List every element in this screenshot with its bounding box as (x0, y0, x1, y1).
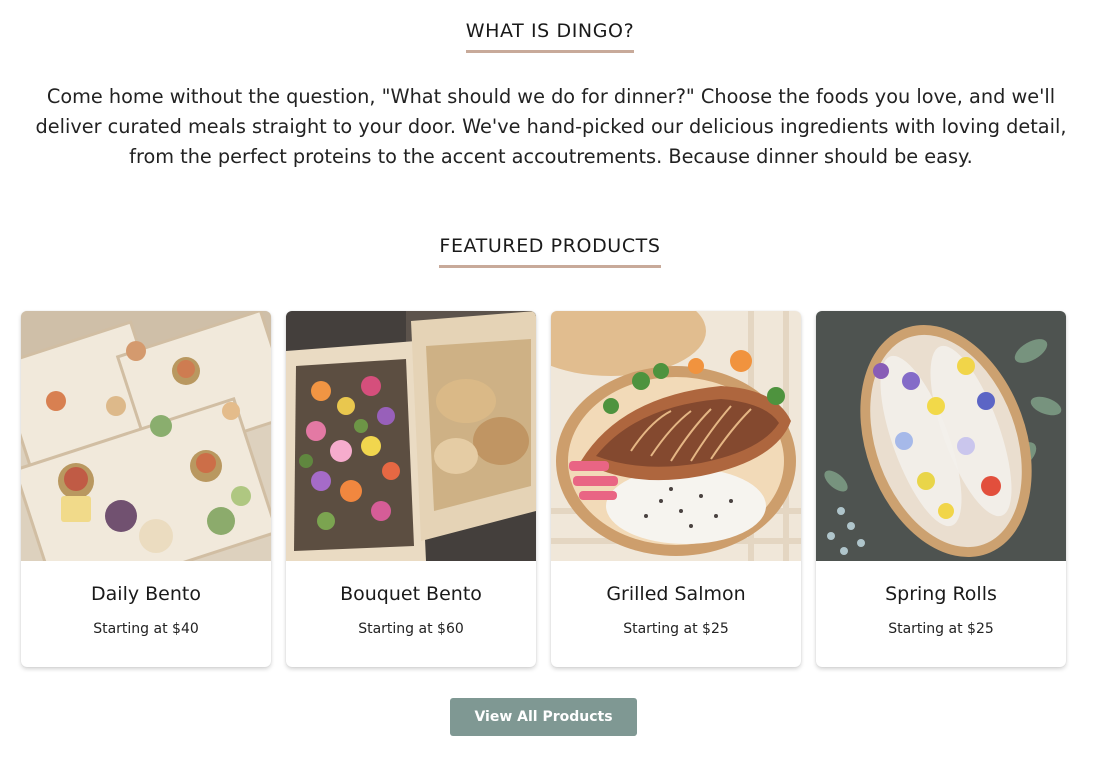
product-image-bouquet-bento[interactable] (286, 311, 536, 561)
product-title[interactable]: Spring Rolls (816, 583, 1066, 605)
product-title[interactable]: Bouquet Bento (286, 583, 536, 605)
product-price: Starting at $60 (358, 621, 464, 637)
product-price: Starting at $40 (93, 621, 199, 637)
product-price: Starting at $25 (623, 621, 729, 637)
product-card-bouquet-bento[interactable]: Bouquet Bento Starting at $60 (286, 311, 536, 667)
product-title[interactable]: Daily Bento (21, 583, 271, 605)
view-all-products-button[interactable]: View All Products (450, 698, 637, 736)
featured-heading-wrap: FEATURED PRODUCTS (0, 235, 1100, 268)
about-heading: WHAT IS DINGO? (465, 20, 635, 53)
product-title[interactable]: Grilled Salmon (551, 583, 801, 605)
featured-heading: FEATURED PRODUCTS (439, 235, 661, 268)
product-card-grilled-salmon[interactable]: Grilled Salmon Starting at $25 (551, 311, 801, 667)
product-image-grilled-salmon[interactable] (551, 311, 801, 561)
product-price: Starting at $25 (888, 621, 994, 637)
product-card-spring-rolls[interactable]: Spring Rolls Starting at $25 (816, 311, 1066, 667)
about-description: Come home without the question, "What sh… (35, 85, 1067, 168)
product-card-daily-bento[interactable]: Daily Bento Starting at $40 (21, 311, 271, 667)
product-grid: Daily Bento Starting at $40 Bouquet Bent… (21, 311, 1071, 668)
product-image-spring-rolls[interactable] (816, 311, 1066, 561)
about-heading-wrap: WHAT IS DINGO? (0, 20, 1100, 53)
product-image-daily-bento[interactable] (21, 311, 271, 561)
